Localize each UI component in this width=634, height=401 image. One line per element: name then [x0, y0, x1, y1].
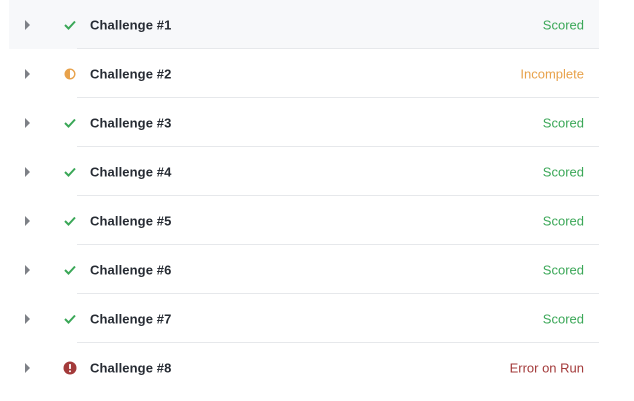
status-text: Scored — [542, 262, 584, 277]
challenge-label: Challenge #4 — [90, 164, 172, 179]
expand-caret-icon[interactable] — [25, 166, 30, 177]
expand-caret-icon[interactable] — [25, 215, 30, 226]
error-icon — [63, 361, 77, 375]
check-icon — [63, 165, 77, 179]
challenge-row-2[interactable]: Challenge #2 Incomplete — [9, 49, 599, 98]
expand-caret-icon[interactable] — [25, 362, 30, 373]
challenge-row-3[interactable]: Challenge #3 Scored — [9, 98, 599, 147]
status-text: Error on Run — [509, 360, 584, 375]
challenge-label: Challenge #7 — [90, 311, 172, 326]
expand-caret-icon[interactable] — [25, 68, 30, 79]
challenge-list: Challenge #1 Scored Challenge #2 Incompl… — [9, 0, 599, 392]
status-text: Scored — [542, 17, 584, 32]
status-text: Scored — [542, 115, 584, 130]
challenge-label: Challenge #8 — [90, 360, 172, 375]
status-text: Incomplete — [520, 66, 584, 81]
challenge-label: Challenge #2 — [90, 66, 172, 81]
check-icon — [63, 116, 77, 130]
challenge-label: Challenge #3 — [90, 115, 172, 130]
expand-caret-icon[interactable] — [25, 117, 30, 128]
check-icon — [63, 18, 77, 32]
check-icon — [63, 312, 77, 326]
challenge-label: Challenge #6 — [90, 262, 172, 277]
challenge-row-4[interactable]: Challenge #4 Scored — [9, 147, 599, 196]
status-text: Scored — [542, 164, 584, 179]
challenge-label: Challenge #1 — [90, 17, 172, 32]
status-text: Scored — [542, 311, 584, 326]
expand-caret-icon[interactable] — [25, 19, 30, 30]
expand-caret-icon[interactable] — [25, 264, 30, 275]
status-text: Scored — [542, 213, 584, 228]
check-icon — [63, 263, 77, 277]
challenge-row-8[interactable]: Challenge #8 Error on Run — [9, 343, 599, 392]
challenge-label: Challenge #5 — [90, 213, 172, 228]
challenge-row-6[interactable]: Challenge #6 Scored — [9, 245, 599, 294]
half-circle-icon — [63, 67, 77, 81]
check-icon — [63, 214, 77, 228]
challenge-row-7[interactable]: Challenge #7 Scored — [9, 294, 599, 343]
expand-caret-icon[interactable] — [25, 313, 30, 324]
challenge-row-1[interactable]: Challenge #1 Scored — [9, 0, 599, 49]
challenge-row-5[interactable]: Challenge #5 Scored — [9, 196, 599, 245]
